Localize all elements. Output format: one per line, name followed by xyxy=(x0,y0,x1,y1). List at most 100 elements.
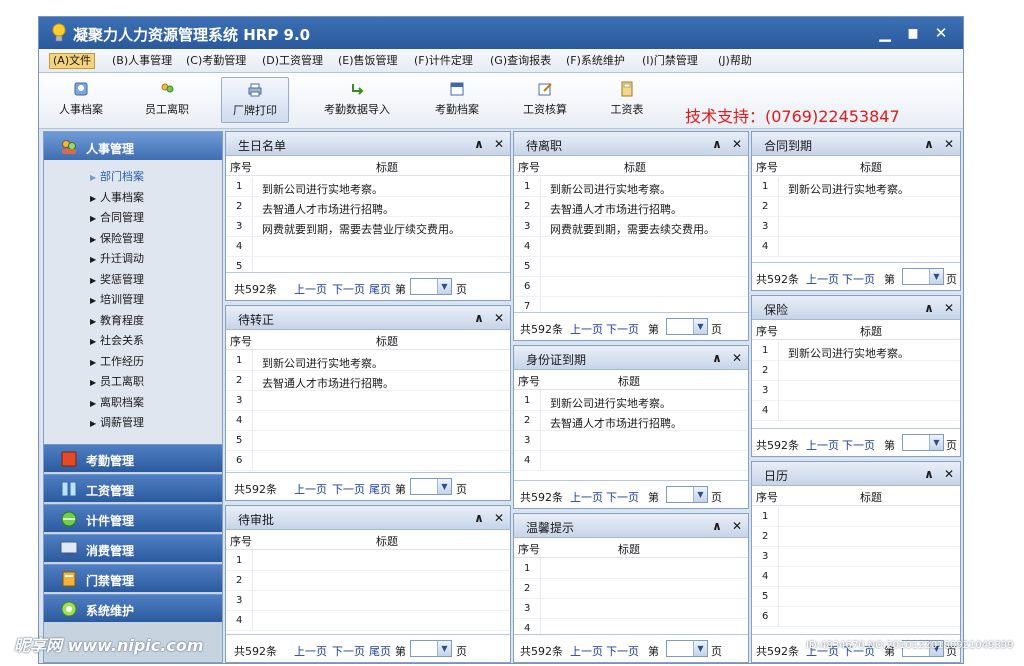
close-icon[interactable]: ✕ xyxy=(492,136,506,152)
table-row[interactable]: 2 xyxy=(514,579,748,599)
tool-resignation[interactable]: 员工离职 xyxy=(135,77,199,123)
tree-item-salary-adjust[interactable]: ▶ 调薪管理 xyxy=(90,414,144,432)
last-page-link[interactable]: 尾页 xyxy=(369,481,391,497)
menu-piecework[interactable]: (F)计件定理 xyxy=(411,53,476,69)
sidebar-section-payroll[interactable]: 工资管理 xyxy=(44,474,222,502)
tree-item-rewards[interactable]: ▶ 奖惩管理 xyxy=(90,271,144,289)
tree-item-resigned-file[interactable]: ▶ 离职档案 xyxy=(90,394,144,412)
table-row[interactable]: 1 xyxy=(514,559,748,579)
table-row[interactable]: 3 xyxy=(514,431,748,451)
table-row[interactable]: 3 网费就要到期，需要去续交费用。 xyxy=(514,217,748,237)
sidebar-section-access[interactable]: 门禁管理 xyxy=(44,564,222,592)
close-icon[interactable]: ✕ xyxy=(492,510,506,526)
page-select[interactable]: ▼ xyxy=(666,640,708,657)
table-row[interactable]: 1 到新公司进行实地考察。 xyxy=(226,177,510,197)
menu-attendance[interactable]: (C)考勤管理 xyxy=(183,53,249,69)
table-row[interactable]: 2 去智通人才市场进行招聘。 xyxy=(514,411,748,431)
table-row[interactable]: 4 xyxy=(226,611,510,631)
tool-import-attendance[interactable]: 考勤数据导入 xyxy=(315,77,399,123)
next-page-link[interactable]: 下一页 xyxy=(606,489,639,505)
collapse-icon[interactable]: ∧ xyxy=(472,310,486,326)
table-row[interactable]: 4 xyxy=(752,237,960,257)
table-row[interactable]: 6 xyxy=(514,277,748,297)
sidebar-section-consumption[interactable]: 消费管理 xyxy=(44,534,222,562)
prev-page-link[interactable]: 上一页 xyxy=(570,321,603,337)
table-row[interactable]: 2 去智通人才市场进行招聘。 xyxy=(514,197,748,217)
tree-item-department[interactable]: ▶ 部门档案 xyxy=(90,168,144,186)
collapse-icon[interactable]: ∧ xyxy=(710,350,724,366)
collapse-icon[interactable]: ∧ xyxy=(472,136,486,152)
table-row[interactable]: 2 xyxy=(752,361,960,381)
table-row[interactable]: 3 xyxy=(514,599,748,619)
close-icon[interactable]: ✕ xyxy=(942,300,956,316)
tree-item-promotion[interactable]: ▶ 升迁调动 xyxy=(90,250,144,268)
sidebar-section-attendance[interactable]: 考勤管理 xyxy=(44,444,222,472)
table-row[interactable]: 4 xyxy=(514,451,748,471)
next-page-link[interactable]: 下一页 xyxy=(332,643,365,659)
menu-payroll[interactable]: (D)工资管理 xyxy=(259,53,326,69)
table-row[interactable]: 5 xyxy=(514,257,748,277)
table-row[interactable]: 5 xyxy=(752,587,960,607)
last-page-link[interactable]: 尾页 xyxy=(369,281,391,297)
minimize-button[interactable]: ▁ xyxy=(875,23,895,43)
table-row[interactable]: 2 去智通人才市场进行招聘。 xyxy=(226,197,510,217)
tool-badge-print[interactable]: 厂牌打印 xyxy=(221,77,289,123)
tree-item-personnel-file[interactable]: ▶ 人事档案 xyxy=(90,189,144,207)
tree-item-insurance[interactable]: ▶ 保险管理 xyxy=(90,230,144,248)
prev-page-link[interactable]: 上一页 xyxy=(294,481,327,497)
table-row[interactable]: 2 xyxy=(226,571,510,591)
prev-page-link[interactable]: 上一页 xyxy=(570,489,603,505)
page-select[interactable]: ▼ xyxy=(902,434,944,451)
table-row[interactable]: 1 到新公司进行实地考察。 xyxy=(514,391,748,411)
close-icon[interactable]: ✕ xyxy=(942,136,956,152)
page-select[interactable]: ▼ xyxy=(902,268,944,285)
close-button[interactable]: ✕ xyxy=(931,23,951,43)
table-row[interactable]: 2 xyxy=(752,197,960,217)
table-row[interactable]: 2 xyxy=(752,527,960,547)
table-row[interactable]: 4 xyxy=(752,401,960,421)
prev-page-link[interactable]: 上一页 xyxy=(294,281,327,297)
table-row[interactable]: 3 xyxy=(752,547,960,567)
table-row[interactable]: 3 xyxy=(752,217,960,237)
table-row[interactable]: 1 xyxy=(752,507,960,527)
page-select[interactable]: ▼ xyxy=(410,478,452,495)
table-row[interactable]: 3 xyxy=(226,591,510,611)
collapse-icon[interactable]: ∧ xyxy=(922,466,936,482)
tree-item-training[interactable]: ▶ 培训管理 xyxy=(90,291,144,309)
table-row[interactable]: 4 xyxy=(752,567,960,587)
page-select[interactable]: ▼ xyxy=(410,640,452,657)
prev-page-link[interactable]: 上一页 xyxy=(294,643,327,659)
collapse-icon[interactable]: ∧ xyxy=(472,510,486,526)
close-icon[interactable]: ✕ xyxy=(942,466,956,482)
table-row[interactable]: 3 网费就要到期，需要去营业厅续交费用。 xyxy=(226,217,510,237)
table-row[interactable]: 1 到新公司进行实地考察。 xyxy=(752,341,960,361)
next-page-link[interactable]: 下一页 xyxy=(842,271,875,287)
table-row[interactable]: 3 xyxy=(226,391,510,411)
menu-reports[interactable]: (G)查询报表 xyxy=(487,53,554,69)
table-row[interactable]: 1 到新公司进行实地考察。 xyxy=(226,351,510,371)
menu-help[interactable]: (J)帮助 xyxy=(715,53,755,69)
sidebar-section-personnel[interactable]: 人事管理 xyxy=(44,132,222,160)
tool-attendance-file[interactable]: 考勤档案 xyxy=(425,77,489,123)
table-row[interactable]: 5 xyxy=(226,431,510,451)
tree-item-contract[interactable]: ▶ 合同管理 xyxy=(90,209,144,227)
table-row[interactable]: 6 xyxy=(226,451,510,471)
collapse-icon[interactable]: ∧ xyxy=(922,300,936,316)
prev-page-link[interactable]: 上一页 xyxy=(806,437,839,453)
sidebar-section-system[interactable]: 系统维护 xyxy=(44,594,222,622)
page-select[interactable]: ▼ xyxy=(410,278,452,295)
tree-item-relations[interactable]: ▶ 社会关系 xyxy=(90,332,144,350)
table-row[interactable]: 1 到新公司进行实地考察。 xyxy=(752,177,960,197)
tool-personnel-file[interactable]: 人事档案 xyxy=(49,77,113,123)
next-page-link[interactable]: 下一页 xyxy=(332,481,365,497)
table-row[interactable]: 4 xyxy=(226,237,510,257)
close-icon[interactable]: ✕ xyxy=(730,518,744,534)
page-select[interactable]: ▼ xyxy=(666,318,708,335)
tool-payroll-sheet[interactable]: 工资表 xyxy=(595,77,659,123)
close-icon[interactable]: ✕ xyxy=(730,136,744,152)
close-icon[interactable]: ✕ xyxy=(730,350,744,366)
maximize-button[interactable]: ▆ xyxy=(903,23,923,43)
next-page-link[interactable]: 下一页 xyxy=(606,643,639,659)
collapse-icon[interactable]: ∧ xyxy=(710,518,724,534)
sidebar-section-piecework[interactable]: 计件管理 xyxy=(44,504,222,532)
